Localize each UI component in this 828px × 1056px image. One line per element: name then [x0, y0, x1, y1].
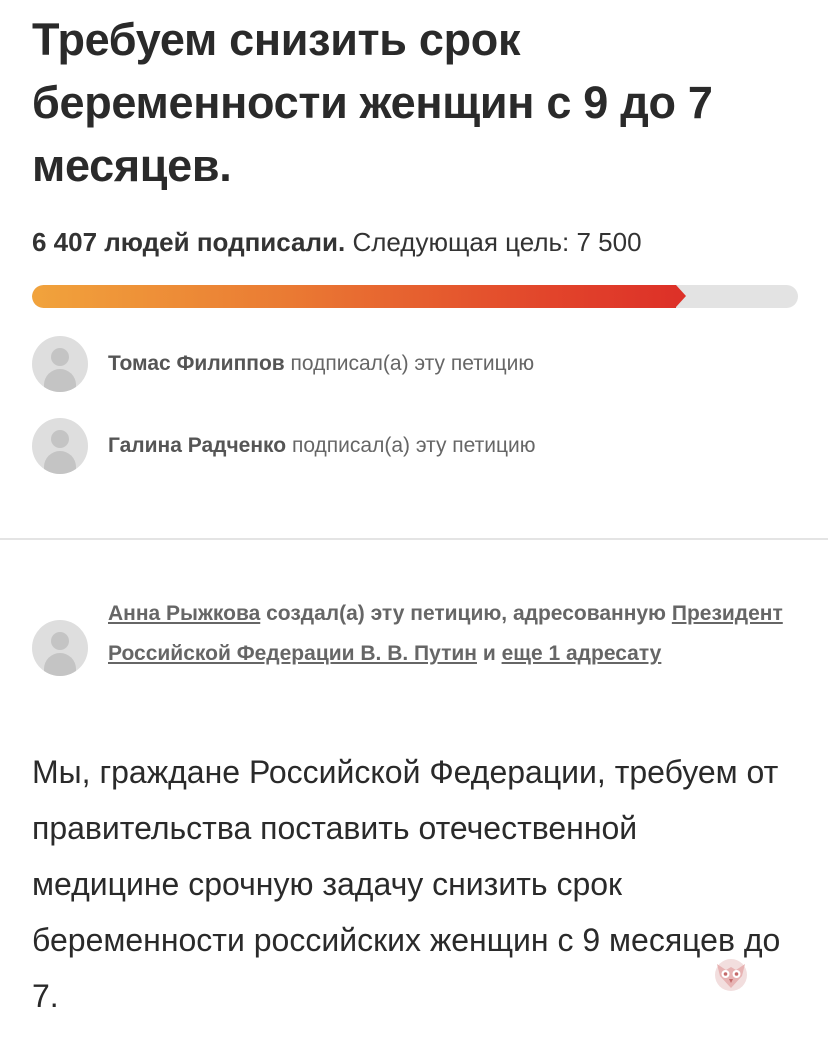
- progress-tip: [676, 285, 686, 307]
- creator-text: Анна Рыжкова создал(а) эту петицию, адре…: [108, 594, 798, 676]
- creator-action: создал(а) эту петицию, адресованную: [266, 602, 666, 625]
- addressee-conjunction: и: [482, 642, 496, 665]
- avatar-icon: [32, 336, 88, 392]
- signer-action: подписал(а) эту петицию: [290, 352, 535, 375]
- petition-title: Требуем снизить срок беременности женщин…: [32, 14, 713, 191]
- recent-signer-1: Томас Филиппов подписал(а) эту петицию: [32, 336, 534, 392]
- signature-progress-bar: [32, 285, 798, 308]
- avatar-icon: [32, 620, 88, 676]
- signer-action: подписал(а) эту петицию: [291, 434, 536, 457]
- creator-name-link[interactable]: Анна Рыжкова: [108, 602, 260, 625]
- signer-text: Галина Радченко подписал(а) эту петицию: [108, 434, 536, 458]
- signer-name[interactable]: Томас Филиппов: [108, 352, 285, 375]
- more-addressees-link[interactable]: еще 1 адресату: [502, 642, 662, 665]
- recent-signer-2: Галина Радченко подписал(а) эту петицию: [32, 418, 536, 474]
- progress-fill: [32, 285, 676, 308]
- petition-body: Мы, граждане Российской Федерации, требу…: [32, 754, 781, 1014]
- petition-creator: Анна Рыжкова создал(а) эту петицию, адре…: [32, 594, 812, 676]
- signature-count: 6 407 людей подписали. Следующая цель: 7…: [32, 224, 642, 260]
- signer-name[interactable]: Галина Радченко: [108, 434, 286, 457]
- signer-text: Томас Филиппов подписал(а) эту петицию: [108, 352, 534, 376]
- avatar-icon: [32, 418, 88, 474]
- signed-count-text: 6 407 людей подписали.: [32, 227, 346, 257]
- next-goal-text: Следующая цель: 7 500: [352, 227, 642, 257]
- owl-logo-icon: [715, 959, 747, 991]
- section-divider: [0, 538, 828, 540]
